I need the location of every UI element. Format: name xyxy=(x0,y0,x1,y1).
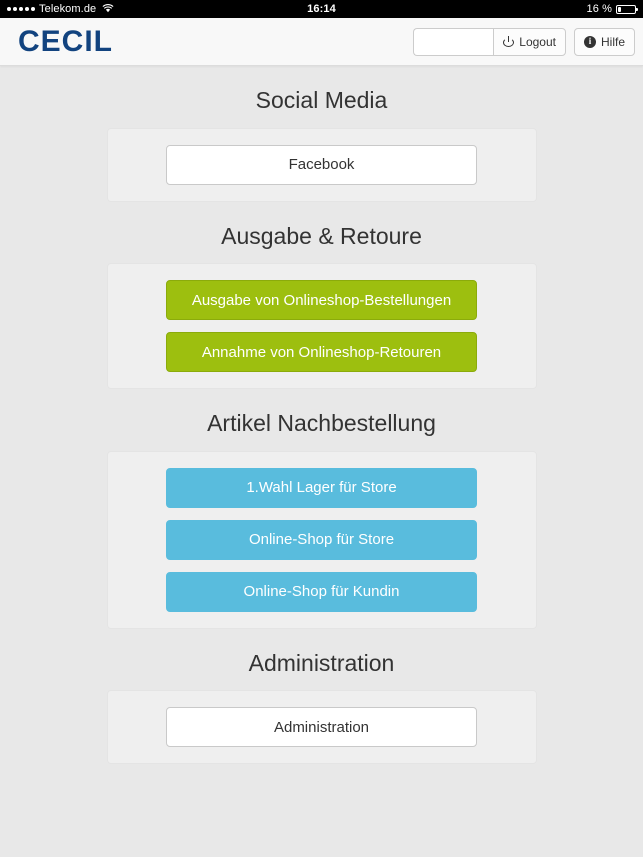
logout-button[interactable]: Logout xyxy=(493,27,566,56)
ausgabe-onlineshop-bestellungen-button[interactable]: Ausgabe von Onlineshop-Bestellungen xyxy=(166,280,477,321)
wahl-lager-fuer-store-button[interactable]: 1.Wahl Lager für Store xyxy=(166,467,477,508)
main-content: Social Media Facebook Ausgabe & Retoure … xyxy=(0,66,643,774)
section-title: Artikel Nachbestellung xyxy=(207,410,436,437)
help-button[interactable]: i Hilfe xyxy=(573,27,635,56)
annahme-onlineshop-retouren-button[interactable]: Annahme von Onlineshop-Retouren xyxy=(166,332,477,373)
status-bar-clock: 16:14 xyxy=(307,3,336,15)
section-social-media: Social Media Facebook xyxy=(106,66,537,202)
header-text-input[interactable] xyxy=(413,27,494,56)
help-button-label: Hilfe xyxy=(600,34,625,49)
section-artikel-nachbestellung: Artikel Nachbestellung 1.Wahl Lager für … xyxy=(106,389,537,629)
online-shop-fuer-kundin-button[interactable]: Online-Shop für Kundin xyxy=(166,571,477,612)
app-header: CECIL Logout i Hilfe xyxy=(0,18,643,66)
brand-logo: CECIL xyxy=(18,24,113,58)
section-title: Ausgabe & Retoure xyxy=(221,222,422,249)
administration-button[interactable]: Administration xyxy=(166,707,477,748)
logout-input-group: Logout xyxy=(413,27,566,56)
battery-icon xyxy=(616,4,638,14)
facebook-button[interactable]: Facebook xyxy=(166,144,477,185)
section-panel: Ausgabe von Onlineshop-Bestellungen Anna… xyxy=(106,263,537,390)
section-administration: Administration Administration xyxy=(106,629,537,765)
section-title: Administration xyxy=(248,649,395,676)
power-icon xyxy=(503,35,515,47)
header-actions: Logout i Hilfe xyxy=(413,27,635,56)
section-panel: 1.Wahl Lager für Store Online-Shop für S… xyxy=(106,450,537,629)
logout-button-label: Logout xyxy=(519,34,556,49)
info-circle-icon: i xyxy=(583,35,596,48)
section-panel: Administration xyxy=(106,690,537,765)
section-panel: Facebook xyxy=(106,127,537,202)
section-ausgabe-retoure: Ausgabe & Retoure Ausgabe von Onlineshop… xyxy=(106,202,537,390)
ios-status-bar: Telekom.de 16:14 16 % xyxy=(0,0,643,18)
online-shop-fuer-store-button[interactable]: Online-Shop für Store xyxy=(166,519,477,560)
section-title: Social Media xyxy=(255,87,388,113)
